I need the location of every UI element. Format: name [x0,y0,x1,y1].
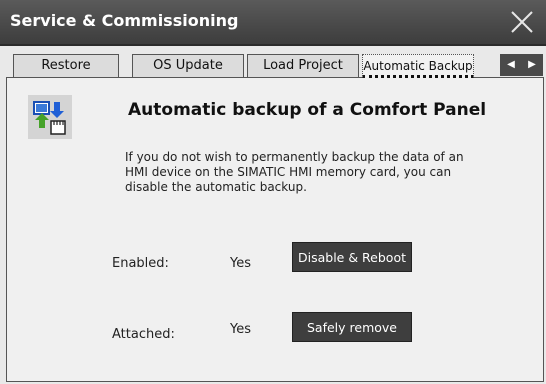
tab-restore[interactable]: Restore [13,54,119,77]
description-text: If you do not wish to permanently backup… [125,150,464,194]
tab-load-project[interactable]: Load Project [247,54,359,77]
tab-automatic-backup[interactable]: Automatic Backup [362,54,474,78]
enabled-label: Enabled: [112,256,169,271]
title-bar: Service & Commissioning [0,0,546,46]
enabled-value: Yes [230,256,251,271]
tab-scroll-left-icon[interactable]: ◀ [500,54,522,76]
backup-icon [28,95,72,139]
service-window: Service & Commissioning Restore OS Updat… [0,0,546,384]
disable-reboot-button[interactable]: Disable & Reboot [292,242,412,272]
tab-os-update[interactable]: OS Update [132,54,244,77]
tab-content-panel [6,77,544,382]
close-button[interactable] [504,6,540,38]
tab-scroll-right-icon[interactable]: ▶ [521,54,543,76]
attached-label: Attached: [112,327,175,342]
page-heading: Automatic backup of a Comfort Panel [128,100,487,120]
close-icon [511,11,533,33]
window-title: Service & Commissioning [10,11,239,30]
tab-bar: Restore OS Update Load Project Automatic… [0,54,546,78]
attached-value: Yes [230,322,251,337]
safely-remove-button[interactable]: Safely remove [292,312,412,342]
